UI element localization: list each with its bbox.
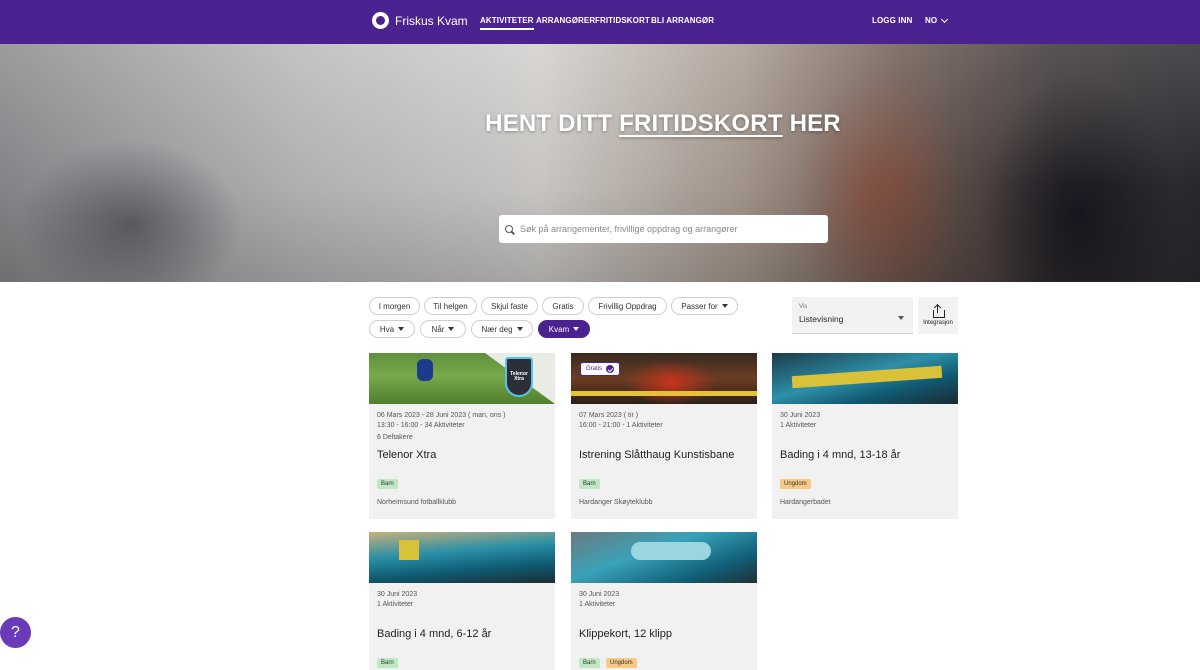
activity-title[interactable]: Telenor Xtra: [377, 449, 436, 461]
filter-weekend-chip[interactable]: Til helgen: [424, 297, 477, 315]
activity-image: [369, 532, 555, 583]
activity-image: Gratis: [571, 353, 757, 404]
friskus-logo-icon: [372, 12, 389, 29]
tag-barn: Barn: [377, 658, 398, 668]
chip-label: Skjul faste: [491, 301, 528, 311]
activity-time: 1 Aktiviteter: [780, 422, 817, 429]
activity-card[interactable]: 30 Juni 2023 1 Aktiviteter Klippekort, 1…: [571, 532, 757, 670]
integration-label: Integrasjon: [923, 319, 953, 326]
language-selector[interactable]: NO: [925, 15, 949, 25]
brand-name: Friskus Kvam: [395, 13, 468, 28]
view-mode-value: Listevisning: [799, 314, 844, 324]
filter-location-dropdown[interactable]: Kvam: [538, 320, 590, 338]
activity-dates: 30 Juni 2023: [579, 591, 620, 598]
integration-button[interactable]: Integrasjon: [918, 297, 958, 334]
free-badge: Gratis: [580, 362, 621, 376]
activity-card[interactable]: 30 Juni 2023 1 Aktiviteter Bading i 4 mn…: [369, 532, 555, 670]
hero-title: HENT DITT FRITIDSKORT HER: [0, 110, 1200, 138]
help-button[interactable]: ?: [0, 617, 31, 648]
caret-down-icon: [898, 316, 904, 320]
filter-tomorrow-chip[interactable]: I morgen: [369, 297, 420, 315]
nav-become-organizer-link[interactable]: BLI ARRANGØR: [651, 16, 714, 25]
caret-down-icon: [721, 304, 728, 308]
activity-card[interactable]: Gratis 07 Mars 2023 ( tir ) 16:00 - 21:0…: [571, 353, 757, 519]
tag-barn: Barn: [579, 479, 600, 489]
free-badge-label: Gratis: [586, 366, 603, 372]
chip-label: Passer for: [681, 301, 718, 311]
tag-barn: Barn: [579, 658, 600, 668]
hero-banner: HENT DITT FRITIDSKORT HER: [0, 44, 1200, 282]
chip-label: Kvam: [548, 324, 570, 334]
activity-time: 13:30 - 16:00 - 34 Aktiviteter: [377, 422, 465, 429]
filter-what-dropdown[interactable]: Hva: [369, 320, 415, 338]
caret-down-icon: [516, 327, 523, 331]
filter-suitable-for-dropdown[interactable]: Passer for: [671, 297, 738, 315]
nav-leisure-card-link[interactable]: FRITIDSKORT: [595, 16, 650, 25]
top-navbar: Friskus Kvam AKTIVITETER ARRANGØRER FRIT…: [0, 0, 1200, 44]
search-icon: [504, 224, 516, 236]
share-icon: [933, 303, 945, 318]
check-circle-icon: [606, 365, 615, 373]
chip-label: Til helgen: [433, 301, 468, 311]
nav-activities-link[interactable]: AKTIVITETER: [480, 16, 534, 30]
hero-title-pre: HENT DITT: [485, 110, 613, 137]
activity-title[interactable]: Bading i 4 mnd, 6-12 år: [377, 628, 491, 640]
activity-time: 1 Aktiviteter: [579, 601, 616, 608]
activity-card[interactable]: 30 Juni 2023 1 Aktiviteter Bading i 4 mn…: [772, 353, 958, 519]
chip-label: Når: [431, 324, 445, 334]
activity-title[interactable]: Istrening Slåtthaug Kunstisbane: [579, 449, 734, 461]
tag-ungdom: Ungdom: [780, 479, 811, 489]
search-bar[interactable]: [499, 215, 828, 243]
filter-hide-recurring-chip[interactable]: Skjul faste: [481, 297, 538, 315]
activity-card[interactable]: Telenor Xtra 06 Mars 2023 - 28 Juni 2023…: [369, 353, 555, 519]
activity-dates: 30 Juni 2023: [377, 591, 418, 598]
hero-title-post: HER: [789, 110, 841, 137]
activity-image: Telenor Xtra: [369, 353, 555, 404]
activity-image: [571, 532, 757, 583]
activity-title[interactable]: Bading i 4 mnd, 13-18 år: [780, 449, 900, 461]
caret-down-icon: [448, 327, 455, 331]
activity-dates: 30 Juni 2023: [780, 412, 821, 419]
chip-label: Hva: [379, 324, 395, 334]
activity-organizer: Norheimsund fotballklubb: [377, 499, 456, 506]
caret-down-icon: [573, 327, 580, 331]
activity-title[interactable]: Klippekort, 12 klipp: [579, 628, 672, 640]
login-link[interactable]: LOGG INN: [872, 16, 912, 25]
caret-down-icon: [398, 327, 405, 331]
filter-free-chip[interactable]: Gratis: [542, 297, 584, 315]
nav-organizers-link[interactable]: ARRANGØRER: [536, 16, 595, 25]
tag-barn: Barn: [377, 479, 398, 489]
telenor-xtra-logo: Telenor Xtra: [505, 357, 533, 397]
chevron-down-icon: [941, 15, 949, 23]
activity-participants: 6 Deltakere: [377, 434, 413, 441]
activity-time: 1 Aktiviteter: [377, 601, 414, 608]
activity-dates: 06 Mars 2023 - 28 Juni 2023 ( man, ons ): [377, 412, 506, 419]
activity-organizer: Hardangerbadet: [780, 499, 831, 506]
view-mode-select[interactable]: Vis Listevisning: [792, 297, 913, 334]
language-label: NO: [925, 16, 938, 25]
activity-organizer: Hardanger Skøyteklubb: [579, 499, 653, 506]
activity-image: [772, 353, 958, 404]
activity-dates: 07 Mars 2023 ( tir ): [579, 412, 639, 419]
chip-label: I morgen: [378, 301, 411, 311]
brand-link[interactable]: Friskus Kvam: [372, 12, 468, 29]
view-mode-label: Vis: [799, 304, 808, 310]
search-input[interactable]: [520, 224, 820, 234]
hero-fritidskort-link[interactable]: FRITIDSKORT: [619, 110, 783, 137]
filter-when-dropdown[interactable]: Når: [420, 320, 466, 338]
filter-near-you-dropdown[interactable]: Nær deg: [471, 320, 533, 338]
chip-label: Frivillig Oppdrag: [598, 301, 657, 311]
activity-time: 16:00 - 21:00 - 1 Aktiviteter: [579, 422, 663, 429]
chip-label: Gratis: [552, 301, 574, 311]
filter-volunteer-chip[interactable]: Frivillig Oppdrag: [588, 297, 667, 315]
tag-ungdom: Ungdom: [606, 658, 637, 668]
chip-label: Nær deg: [481, 324, 513, 334]
